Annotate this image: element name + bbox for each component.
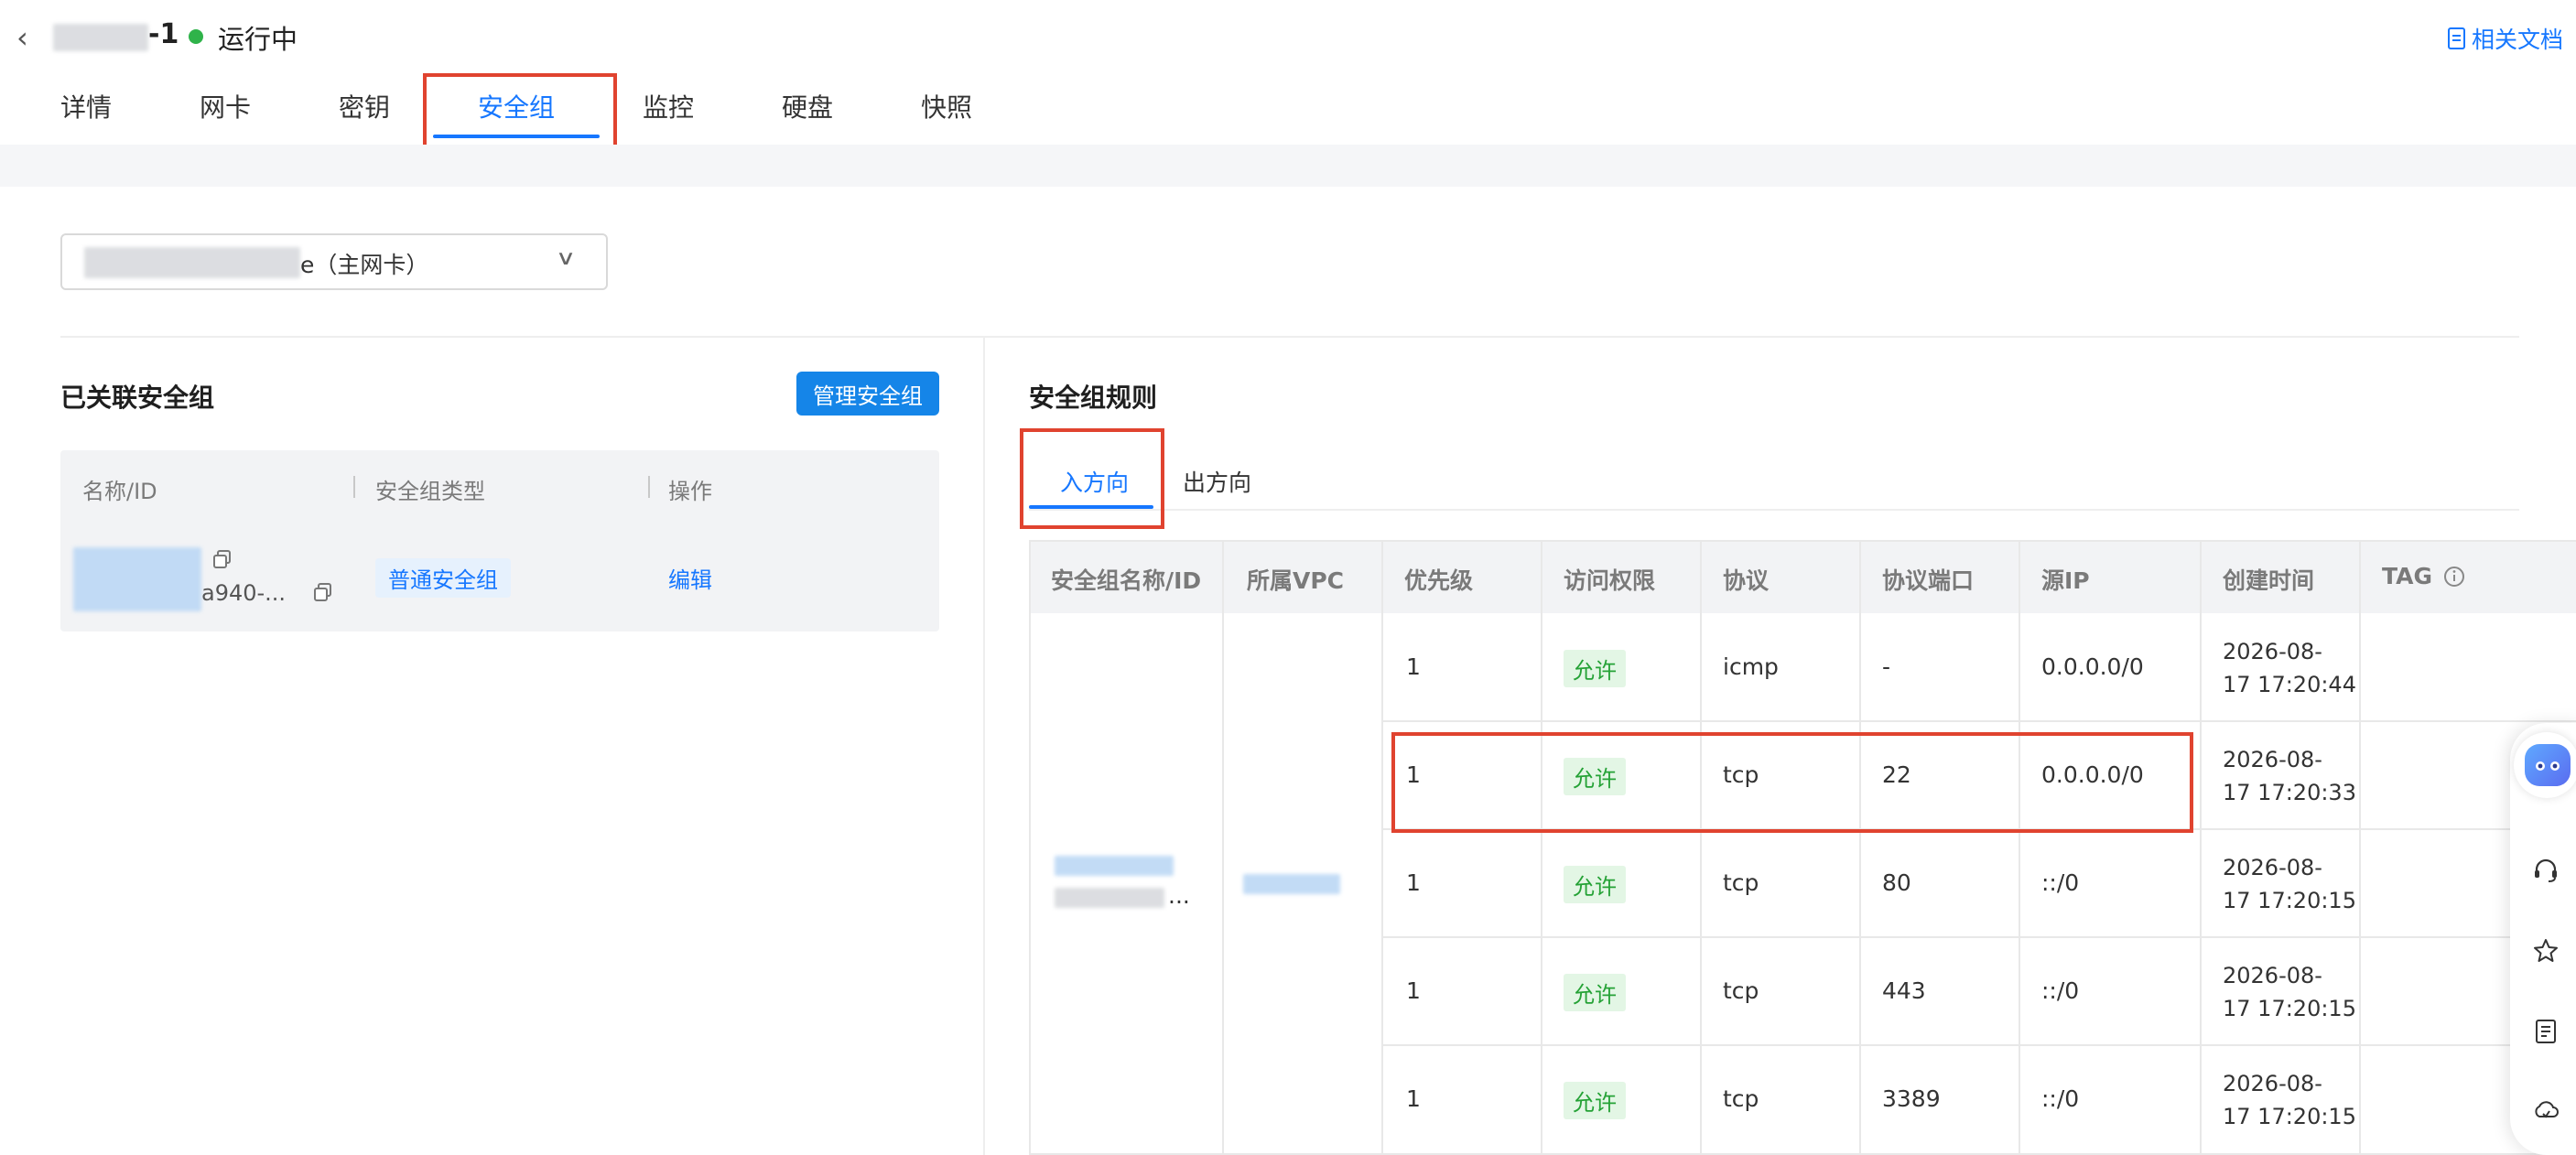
column-line <box>1222 542 1224 1155</box>
instance-name-suffix: -1 <box>148 18 179 50</box>
tab-keys[interactable]: 密钥 <box>339 88 390 124</box>
rule-group-ellipsis: ... <box>1168 882 1190 909</box>
divider-vertical <box>983 336 985 1155</box>
column-line <box>1541 542 1542 1155</box>
rule-created-date: 2026-08- <box>2223 1071 2322 1096</box>
rule-vpc-redacted[interactable] <box>1243 874 1340 894</box>
column-header-group-type: 安全组类型 <box>375 479 485 504</box>
nic-name-redacted <box>84 247 300 278</box>
related-docs-link[interactable]: 相关文档 <box>2446 22 2563 55</box>
access-badge: 允许 <box>1564 866 1626 903</box>
rule-created-time: 17 17:20:15 <box>2223 888 2356 913</box>
column-header-group-name: 安全组名称/ID <box>1051 567 1202 594</box>
rule-protocol: tcp <box>1723 977 1759 1004</box>
rule-created-time: 17 17:20:15 <box>2223 996 2356 1021</box>
row-line <box>1381 1044 2576 1046</box>
column-header-protocol: 协议 <box>1723 567 1770 594</box>
rule-source-ip: ::/0 <box>2041 869 2080 896</box>
manage-security-group-button[interactable]: 管理安全组 <box>796 372 939 416</box>
rule-created-date: 2026-08- <box>2223 855 2322 880</box>
chevron-down-icon[interactable]: ∨ <box>556 247 577 270</box>
document-icon <box>2448 27 2465 49</box>
rule-port: 80 <box>1882 869 1911 896</box>
column-line <box>2359 542 2361 1155</box>
tab-nic[interactable]: 网卡 <box>200 88 251 124</box>
row-line <box>1381 720 2576 722</box>
rule-created-date: 2026-08- <box>2223 747 2322 772</box>
rule-created-date: 2026-08- <box>2223 963 2322 988</box>
column-header-access: 访问权限 <box>1564 567 1656 594</box>
rule-port: 443 <box>1882 977 1926 1004</box>
rule-source-ip: ::/0 <box>2041 977 2080 1004</box>
column-line <box>1859 542 1861 1155</box>
column-header-priority: 优先级 <box>1404 567 1474 594</box>
divider <box>60 336 2519 338</box>
headset-icon[interactable] <box>2532 857 2560 884</box>
rule-protocol: tcp <box>1723 869 1759 896</box>
rule-protocol: icmp <box>1723 653 1779 680</box>
rule-created-time: 17 17:20:15 <box>2223 1104 2356 1129</box>
rule-priority: 1 <box>1406 869 1421 896</box>
column-header-actions: 操作 <box>668 479 712 504</box>
rule-port: - <box>1882 653 1891 680</box>
cloud-icon[interactable] <box>2532 1096 2560 1124</box>
column-header-port: 协议端口 <box>1882 567 1975 594</box>
column-line <box>2200 542 2202 1155</box>
highlight-box-rule <box>1391 732 2193 833</box>
instance-status: 运行中 <box>218 24 298 55</box>
related-docs-label: 相关文档 <box>2472 27 2564 53</box>
rule-protocol: tcp <box>1723 1085 1759 1112</box>
tab-snapshot[interactable]: 快照 <box>921 88 972 124</box>
tab-details[interactable]: 详情 <box>60 88 112 124</box>
notes-icon[interactable] <box>2532 1018 2560 1045</box>
tab-monitoring[interactable]: 监控 <box>643 88 694 124</box>
rules-table <box>1029 540 2576 1155</box>
rule-created-date: 2026-08- <box>2223 639 2322 664</box>
linked-groups-title: 已关联安全组 <box>60 383 215 413</box>
assistant-bot-icon[interactable] <box>2525 744 2571 786</box>
rule-group-name-redacted <box>1055 856 1174 876</box>
rule-priority: 1 <box>1406 1085 1421 1112</box>
rule-priority: 1 <box>1406 653 1421 680</box>
column-line <box>2019 542 2020 1155</box>
highlight-box-direction <box>1020 428 1164 529</box>
rule-group-id-redacted <box>1055 888 1164 908</box>
column-separator <box>353 476 355 498</box>
column-header-created: 创建时间 <box>2223 567 2315 594</box>
group-name-redacted <box>73 547 201 611</box>
page-background-band <box>0 145 2576 187</box>
tab-disk[interactable]: 硬盘 <box>782 88 833 124</box>
column-separator <box>648 476 650 498</box>
column-header-name-id: 名称/ID <box>82 479 157 504</box>
back-icon[interactable]: ‹ <box>16 20 28 55</box>
copy-icon[interactable] <box>212 549 233 569</box>
direction-tabs-divider <box>1029 509 2519 511</box>
nic-select-value: e（主网卡） <box>300 252 429 278</box>
status-dot-icon <box>189 29 203 44</box>
rule-port: 3389 <box>1882 1085 1941 1112</box>
rule-source-ip: 0.0.0.0/0 <box>2041 653 2144 680</box>
group-id: a940-... <box>201 580 287 606</box>
access-badge: 允许 <box>1564 650 1626 687</box>
copy-icon[interactable] <box>313 582 333 602</box>
column-header-vpc: 所属VPC <box>1247 567 1345 594</box>
column-line <box>1381 542 1383 1155</box>
tab-outbound[interactable]: 出方向 <box>1183 465 1251 498</box>
column-header-source-ip: 源IP <box>2041 567 2090 594</box>
rule-created-time: 17 17:20:44 <box>2223 672 2356 697</box>
row-line <box>1381 936 2576 938</box>
instance-name-redacted <box>53 24 148 51</box>
rule-priority: 1 <box>1406 977 1421 1004</box>
column-line <box>1700 542 1702 1155</box>
column-header-tag: TAG <box>2382 563 2432 589</box>
access-badge: 允许 <box>1564 1082 1626 1119</box>
rules-title: 安全组规则 <box>1029 383 1158 413</box>
star-icon[interactable] <box>2532 937 2560 965</box>
access-badge: 允许 <box>1564 974 1626 1011</box>
rule-created-time: 17 17:20:33 <box>2223 780 2356 805</box>
edit-link[interactable]: 编辑 <box>668 562 712 594</box>
rule-source-ip: ::/0 <box>2041 1085 2080 1112</box>
info-icon[interactable] <box>2442 565 2466 588</box>
group-type-badge: 普通安全组 <box>375 558 511 598</box>
